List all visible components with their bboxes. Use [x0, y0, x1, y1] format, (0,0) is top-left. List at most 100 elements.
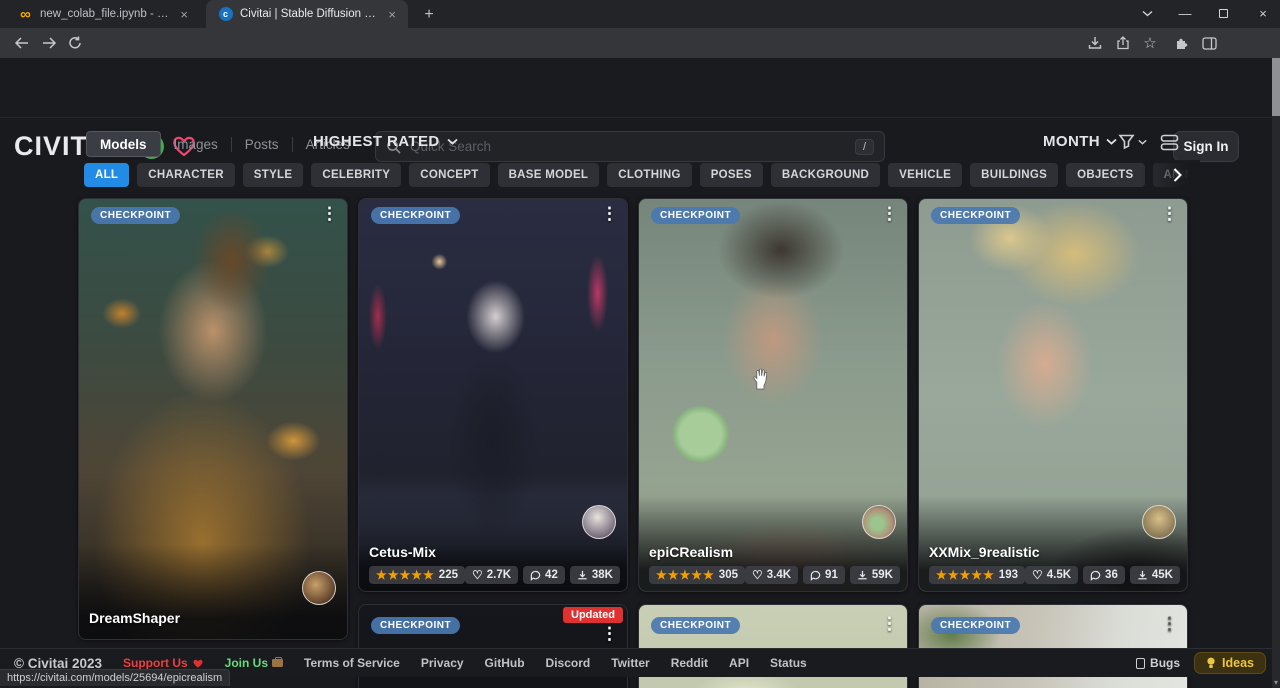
- creator-avatar[interactable]: [862, 505, 896, 539]
- card-menu-icon[interactable]: ⋮: [881, 615, 898, 632]
- chip-celebrity[interactable]: CELEBRITY: [311, 163, 401, 187]
- chip-all[interactable]: ALL: [84, 163, 129, 187]
- chip-style[interactable]: STYLE: [243, 163, 304, 187]
- status-url-text: https://civitai.com/models/25694/epicrea…: [7, 672, 222, 684]
- reload-icon[interactable]: [64, 32, 86, 54]
- window-close-button[interactable]: ×: [1246, 0, 1280, 26]
- ideas-button[interactable]: Ideas: [1194, 652, 1266, 674]
- chevron-down-icon: [447, 138, 458, 145]
- chip-concept[interactable]: CONCEPT: [409, 163, 489, 187]
- layout-toggle-button[interactable]: [1160, 134, 1179, 156]
- creator-avatar[interactable]: [302, 571, 336, 605]
- comments-pill: 42: [523, 566, 565, 584]
- card-menu-icon[interactable]: ⋮: [321, 205, 338, 222]
- rating-pill: ★★★★★ 193: [929, 566, 1025, 584]
- star-rating-icon: ★★★★★: [936, 568, 995, 582]
- chip-objects[interactable]: OBJECTS: [1066, 163, 1144, 187]
- tab-civitai[interactable]: c Civitai | Stable Diffusion models, ×: [206, 0, 408, 28]
- join-us-link[interactable]: Join Us: [225, 656, 283, 670]
- scrollbar-thumb[interactable]: [1272, 58, 1280, 116]
- downloads-count: 59K: [872, 569, 893, 581]
- tab-posts[interactable]: Posts: [232, 131, 292, 157]
- chip-clothing[interactable]: CLOTHING: [607, 163, 691, 187]
- model-card-dreamshaper[interactable]: CHECKPOINT ⋮ DreamShaper: [78, 198, 348, 640]
- window-minimize-button[interactable]: —: [1168, 0, 1202, 26]
- bugs-link[interactable]: Bugs: [1136, 656, 1180, 670]
- forward-icon[interactable]: [38, 32, 60, 54]
- heart-icon: ♡: [1032, 568, 1043, 582]
- creator-avatar[interactable]: [1142, 505, 1176, 539]
- scrollbar-down-arrow[interactable]: ▾: [1272, 676, 1280, 688]
- filters-button[interactable]: [1118, 133, 1147, 150]
- checkpoint-badge: CHECKPOINT: [91, 207, 180, 224]
- civitai-favicon-icon: c: [218, 7, 233, 22]
- card-menu-icon[interactable]: ⋮: [1161, 205, 1178, 222]
- chip-base-model[interactable]: BASE MODEL: [498, 163, 600, 187]
- downloads-pill: 38K: [570, 566, 620, 584]
- new-tab-button[interactable]: +: [418, 4, 440, 26]
- model-card-cetus-mix[interactable]: CHECKPOINT ⋮ Cetus-Mix ★★★★★ 225 ♡2.7K 4…: [358, 198, 628, 592]
- chips-scroll-right-button[interactable]: [1140, 160, 1200, 190]
- rating-count: 305: [719, 569, 738, 581]
- tab-close-icon[interactable]: ×: [176, 7, 192, 22]
- comment-icon: [530, 570, 541, 581]
- tab-close-icon[interactable]: ×: [384, 7, 400, 22]
- comments-pill: 91: [803, 566, 845, 584]
- comments-count: 42: [545, 569, 558, 581]
- tab-colab[interactable]: ∞ new_colab_file.ipynb - Colaborat ×: [6, 0, 200, 28]
- share-icon[interactable]: [1114, 34, 1132, 52]
- window-restore-button[interactable]: [1206, 0, 1240, 26]
- card-menu-icon[interactable]: ⋮: [1161, 615, 1178, 632]
- twitter-link[interactable]: Twitter: [611, 656, 649, 670]
- star-rating-icon: ★★★★★: [656, 568, 715, 582]
- chip-buildings[interactable]: BUILDINGS: [970, 163, 1058, 187]
- model-card-xxmix9realistic[interactable]: CHECKPOINT ⋮ XXMix_9realistic ★★★★★ 193 …: [918, 198, 1188, 592]
- support-us-link[interactable]: Support Us: [123, 656, 204, 670]
- extensions-puzzle-icon[interactable]: [1173, 34, 1191, 52]
- github-link[interactable]: GitHub: [485, 656, 525, 670]
- download-page-icon[interactable]: [1086, 34, 1104, 52]
- chip-vehicle[interactable]: VEHICLE: [888, 163, 962, 187]
- checkpoint-badge: CHECKPOINT: [931, 617, 1020, 634]
- back-icon[interactable]: [10, 32, 32, 54]
- comment-icon: [1090, 570, 1101, 581]
- likes-count: 3.4K: [767, 569, 791, 581]
- browser-tab-strip: ∞ new_colab_file.ipynb - Colaborat × c C…: [0, 0, 1280, 28]
- chip-poses[interactable]: POSES: [700, 163, 763, 187]
- tab-title: new_colab_file.ipynb - Colaborat: [40, 8, 169, 20]
- chip-background[interactable]: BACKGROUND: [771, 163, 880, 187]
- tab-models[interactable]: Models: [86, 131, 161, 157]
- chip-character[interactable]: CHARACTER: [137, 163, 235, 187]
- terms-link[interactable]: Terms of Service: [304, 656, 400, 670]
- briefcase-icon: [272, 659, 283, 667]
- downloads-count: 38K: [592, 569, 613, 581]
- sort-dropdown[interactable]: HIGHEST RATED: [313, 133, 458, 150]
- reddit-link[interactable]: Reddit: [671, 656, 708, 670]
- bookmark-star-icon[interactable]: ☆: [1141, 34, 1159, 52]
- period-dropdown[interactable]: MONTH: [1043, 133, 1117, 150]
- card-menu-icon[interactable]: ⋮: [601, 205, 618, 222]
- model-title: epiCRealism: [649, 544, 897, 560]
- side-panel-icon[interactable]: [1200, 34, 1218, 52]
- privacy-link[interactable]: Privacy: [421, 656, 464, 670]
- card-menu-icon[interactable]: ⋮: [601, 625, 618, 642]
- creator-avatar[interactable]: [582, 505, 616, 539]
- browser-toolbar: civitai.com ☆ ⋮: [0, 28, 1280, 58]
- tab-images[interactable]: Images: [161, 131, 231, 157]
- likes-pill: ♡2.7K: [465, 566, 518, 584]
- likes-pill: ♡3.4K: [745, 566, 798, 584]
- download-icon: [577, 570, 588, 581]
- checkpoint-badge: CHECKPOINT: [651, 207, 740, 224]
- card-menu-icon[interactable]: ⋮: [881, 205, 898, 222]
- status-link[interactable]: Status: [770, 656, 807, 670]
- window-chevron-icon[interactable]: [1130, 0, 1164, 26]
- api-link[interactable]: API: [729, 656, 749, 670]
- model-title: Cetus-Mix: [369, 544, 617, 560]
- discord-link[interactable]: Discord: [546, 656, 591, 670]
- model-card-epicrealism[interactable]: CHECKPOINT ⋮ epiCRealism ★★★★★ 305 ♡3.4K…: [638, 198, 908, 592]
- downloads-pill: 45K: [1130, 566, 1180, 584]
- funnel-icon: [1118, 133, 1135, 150]
- tab-title: Civitai | Stable Diffusion models,: [240, 8, 377, 20]
- page-scrollbar[interactable]: ▾: [1272, 58, 1280, 688]
- downloads-count: 45K: [1152, 569, 1173, 581]
